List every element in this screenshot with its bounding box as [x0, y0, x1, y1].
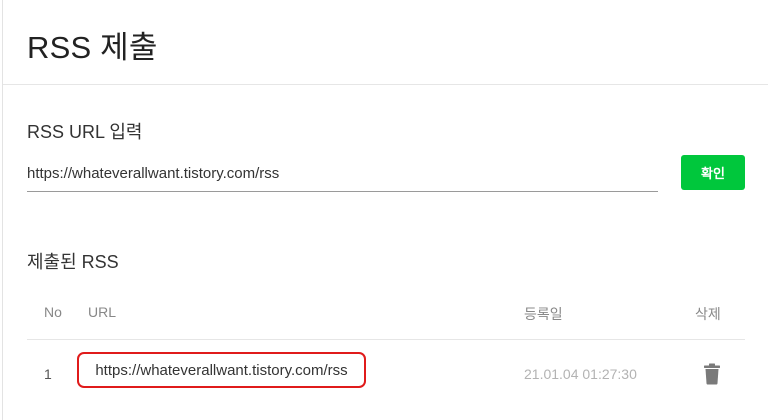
row-registered-date: 21.01.04 01:27:30	[524, 366, 637, 382]
page-header: RSS 제출	[3, 0, 768, 85]
column-header-delete: 삭제	[695, 306, 721, 322]
rss-url-input[interactable]	[27, 155, 658, 192]
page-title: RSS 제출	[27, 30, 158, 65]
column-header-no: No	[44, 304, 62, 320]
table-header: No URL 등록일 삭제	[27, 290, 745, 340]
row-url-link[interactable]: https://whateverallwant.tistory.com/rss	[77, 352, 366, 388]
confirm-button[interactable]: 확인	[681, 155, 745, 190]
submitted-rss-heading: 제출된 RSS	[27, 252, 119, 272]
delete-button[interactable]	[703, 363, 721, 385]
submitted-rss-table: No URL 등록일 삭제 1 https://whateverallwant.…	[27, 290, 745, 408]
rss-panel: RSS 제출 RSS URL 입력 확인 제출된 RSS No URL 등록일 …	[2, 0, 768, 420]
column-header-date: 등록일	[524, 306, 563, 322]
row-number: 1	[44, 366, 52, 382]
table-row: 1 https://whateverallwant.tistory.com/rs…	[27, 340, 745, 408]
column-header-url: URL	[88, 304, 117, 320]
trash-icon	[704, 363, 720, 385]
rss-url-input-label: RSS URL 입력	[27, 122, 143, 142]
